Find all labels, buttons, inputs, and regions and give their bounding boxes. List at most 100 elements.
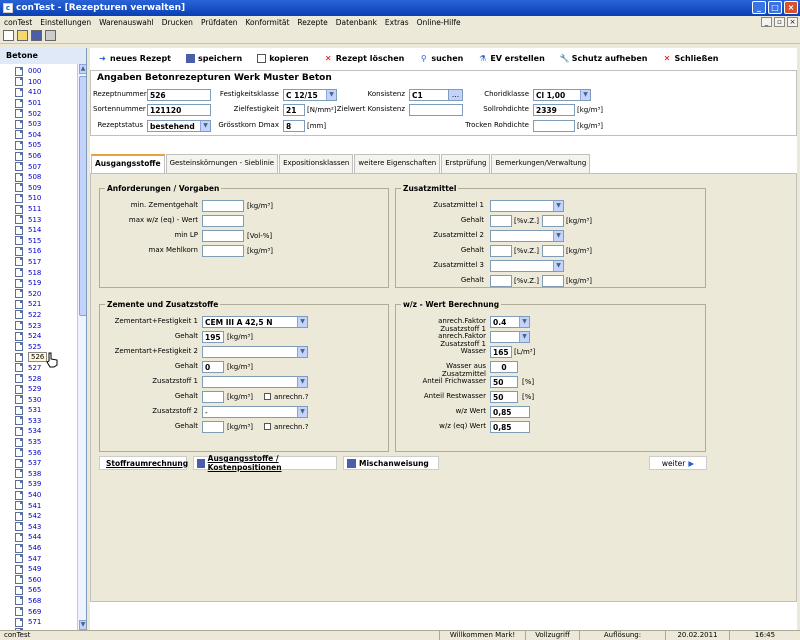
- tab-bemerkungen[interactable]: Bemerkungen/Verwaltung: [491, 154, 591, 173]
- menu-drucken[interactable]: Drucken: [158, 18, 197, 27]
- sidebar-item-544[interactable]: 544: [0, 532, 47, 543]
- rezeptnummer-field[interactable]: 526: [147, 89, 211, 101]
- minimize-button[interactable]: _: [752, 1, 766, 14]
- zs1-select[interactable]: ▼: [202, 376, 308, 388]
- save-disk-icon[interactable]: [31, 30, 42, 41]
- wasser-zm-field[interactable]: 0: [490, 361, 518, 373]
- sidebar-item-526[interactable]: 526: [0, 352, 48, 363]
- stoffraumrechnung-button[interactable]: Stoffraumrechnung: [99, 456, 188, 470]
- af2-select[interactable]: ▼: [490, 331, 530, 343]
- zm2-select[interactable]: ▼: [490, 230, 564, 242]
- konsistenz-lookup-button[interactable]: ...: [448, 89, 463, 101]
- copy-button[interactable]: kopieren: [257, 53, 309, 63]
- sidebar-item-543[interactable]: 543: [0, 522, 47, 533]
- sidebar-item-536[interactable]: 536: [0, 447, 47, 458]
- menu-rezepte[interactable]: Rezepte: [293, 18, 331, 27]
- min-zementgehalt-field[interactable]: [202, 200, 244, 212]
- max-wz-field[interactable]: [202, 215, 244, 227]
- sidebar-item-571[interactable]: 571: [0, 617, 47, 628]
- sidebar-item-533[interactable]: 533: [0, 416, 47, 427]
- sollrohdichte-field[interactable]: 2339: [533, 104, 575, 116]
- zm3-gehalt-kg-field[interactable]: [542, 275, 564, 287]
- sidebar-item-527[interactable]: 527: [0, 363, 47, 374]
- zs2-select[interactable]: - ▼: [202, 406, 308, 418]
- gehalt3-field[interactable]: [202, 391, 224, 403]
- new-recipe-button[interactable]: ➜ neues Rezept: [98, 54, 171, 63]
- sidebar-item-508[interactable]: 508: [0, 172, 47, 183]
- sidebar-item-518[interactable]: 518: [0, 267, 47, 278]
- mdi-restore-button[interactable]: ▫: [774, 17, 785, 27]
- wzeq-wert-field[interactable]: 0,85: [490, 421, 530, 433]
- unlock-button[interactable]: 🔧 Schutz aufheben: [560, 54, 648, 63]
- close-button[interactable]: ✕ Schließen: [662, 54, 719, 63]
- sidebar-item-501[interactable]: 501: [0, 98, 47, 109]
- gehalt2-field[interactable]: 0: [202, 361, 224, 373]
- frischwasser-field[interactable]: 50: [490, 376, 518, 388]
- sidebar-item-514[interactable]: 514: [0, 225, 47, 236]
- gehalt4-field[interactable]: [202, 421, 224, 433]
- zm2-gehalt-kg-field[interactable]: [542, 245, 564, 257]
- sidebar-item-525[interactable]: 525: [0, 341, 47, 352]
- anrechnung1-checkbox[interactable]: [264, 393, 271, 400]
- sidebar-item-521[interactable]: 521: [0, 299, 47, 310]
- new-file-icon[interactable]: [3, 30, 14, 41]
- zielfestigkeit-field[interactable]: 21: [283, 104, 305, 116]
- sidebar-item-000[interactable]: 000: [0, 66, 47, 77]
- menu-konformitaet[interactable]: Konformität: [241, 18, 293, 27]
- sidebar-item-520[interactable]: 520: [0, 288, 47, 299]
- sidebar-item-539[interactable]: 539: [0, 479, 47, 490]
- scrollbar-thumb[interactable]: [79, 76, 86, 316]
- sidebar-item-513[interactable]: 513: [0, 214, 47, 225]
- sidebar-item-530[interactable]: 530: [0, 394, 47, 405]
- tab-ausgangsstoffe[interactable]: Ausgangsstoffe: [91, 154, 165, 173]
- sidebar-item-568[interactable]: 568: [0, 596, 47, 607]
- sidebar-item-517[interactable]: 517: [0, 257, 47, 268]
- close-window-button[interactable]: ×: [784, 1, 798, 14]
- maximize-button[interactable]: □: [768, 1, 782, 14]
- zm1-select[interactable]: ▼: [490, 200, 564, 212]
- menu-pruefdaten[interactable]: Prüfdaten: [197, 18, 242, 27]
- mdi-close-button[interactable]: ×: [787, 17, 798, 27]
- gehalt1-field[interactable]: 195: [202, 331, 224, 343]
- zielwert-field[interactable]: [409, 104, 463, 116]
- zm3-gehalt-pct-field[interactable]: [490, 275, 512, 287]
- zement1-select[interactable]: CEM III A 42,5 N ▼: [202, 316, 308, 328]
- menu-datenbank[interactable]: Datenbank: [332, 18, 381, 27]
- sidebar-item-410[interactable]: 410: [0, 87, 47, 98]
- mdi-minimize-button[interactable]: _: [761, 17, 772, 27]
- menu-einstellungen[interactable]: Einstellungen: [36, 18, 95, 27]
- sidebar-item-506[interactable]: 506: [0, 151, 47, 162]
- menu-warenauswahl[interactable]: Warenauswahl: [95, 18, 158, 27]
- sortennummer-field[interactable]: 121120: [147, 104, 211, 116]
- max-mehlkorn-field[interactable]: [202, 245, 244, 257]
- sidebar-item-565[interactable]: 565: [0, 585, 47, 596]
- zm3-select[interactable]: ▼: [490, 260, 564, 272]
- tab-expositionsklassen[interactable]: Expositionsklassen: [279, 154, 354, 173]
- sidebar-item-519[interactable]: 519: [0, 278, 47, 289]
- save-button[interactable]: speichern: [186, 53, 242, 63]
- groesstkorn-field[interactable]: 8: [283, 120, 305, 132]
- sidebar-item-509[interactable]: 509: [0, 183, 47, 194]
- menu-online-hilfe[interactable]: Online-Hilfe: [413, 18, 465, 27]
- zement2-select[interactable]: ▼: [202, 346, 308, 358]
- sidebar-scrollbar[interactable]: ▲ ▼: [77, 64, 86, 630]
- sidebar-item-523[interactable]: 523: [0, 320, 47, 331]
- sidebar-item-529[interactable]: 529: [0, 384, 47, 395]
- tab-weitere-eigenschaften[interactable]: weitere Eigenschaften: [354, 154, 441, 173]
- anrechnung2-checkbox[interactable]: [264, 423, 271, 430]
- zm1-gehalt-pct-field[interactable]: [490, 215, 512, 227]
- min-lp-field[interactable]: [202, 230, 244, 242]
- sidebar-item-505[interactable]: 505: [0, 140, 47, 151]
- sidebar-item-535[interactable]: 535: [0, 437, 47, 448]
- tab-erstpruefung[interactable]: Erstprüfung: [441, 154, 491, 173]
- menu-contest[interactable]: conTest: [0, 18, 36, 27]
- sidebar-item-511[interactable]: 511: [0, 204, 47, 215]
- sidebar-item-503[interactable]: 503: [0, 119, 47, 130]
- sidebar-item-100[interactable]: 100: [0, 77, 47, 88]
- sidebar-item-522[interactable]: 522: [0, 310, 47, 321]
- search-button[interactable]: ⚲ suchen: [419, 54, 463, 63]
- delete-recipe-button[interactable]: ✕ Rezept löschen: [324, 54, 404, 63]
- sidebar-item-507[interactable]: 507: [0, 161, 47, 172]
- sidebar-item-504[interactable]: 504: [0, 130, 47, 141]
- scroll-down-icon[interactable]: ▼: [79, 620, 86, 630]
